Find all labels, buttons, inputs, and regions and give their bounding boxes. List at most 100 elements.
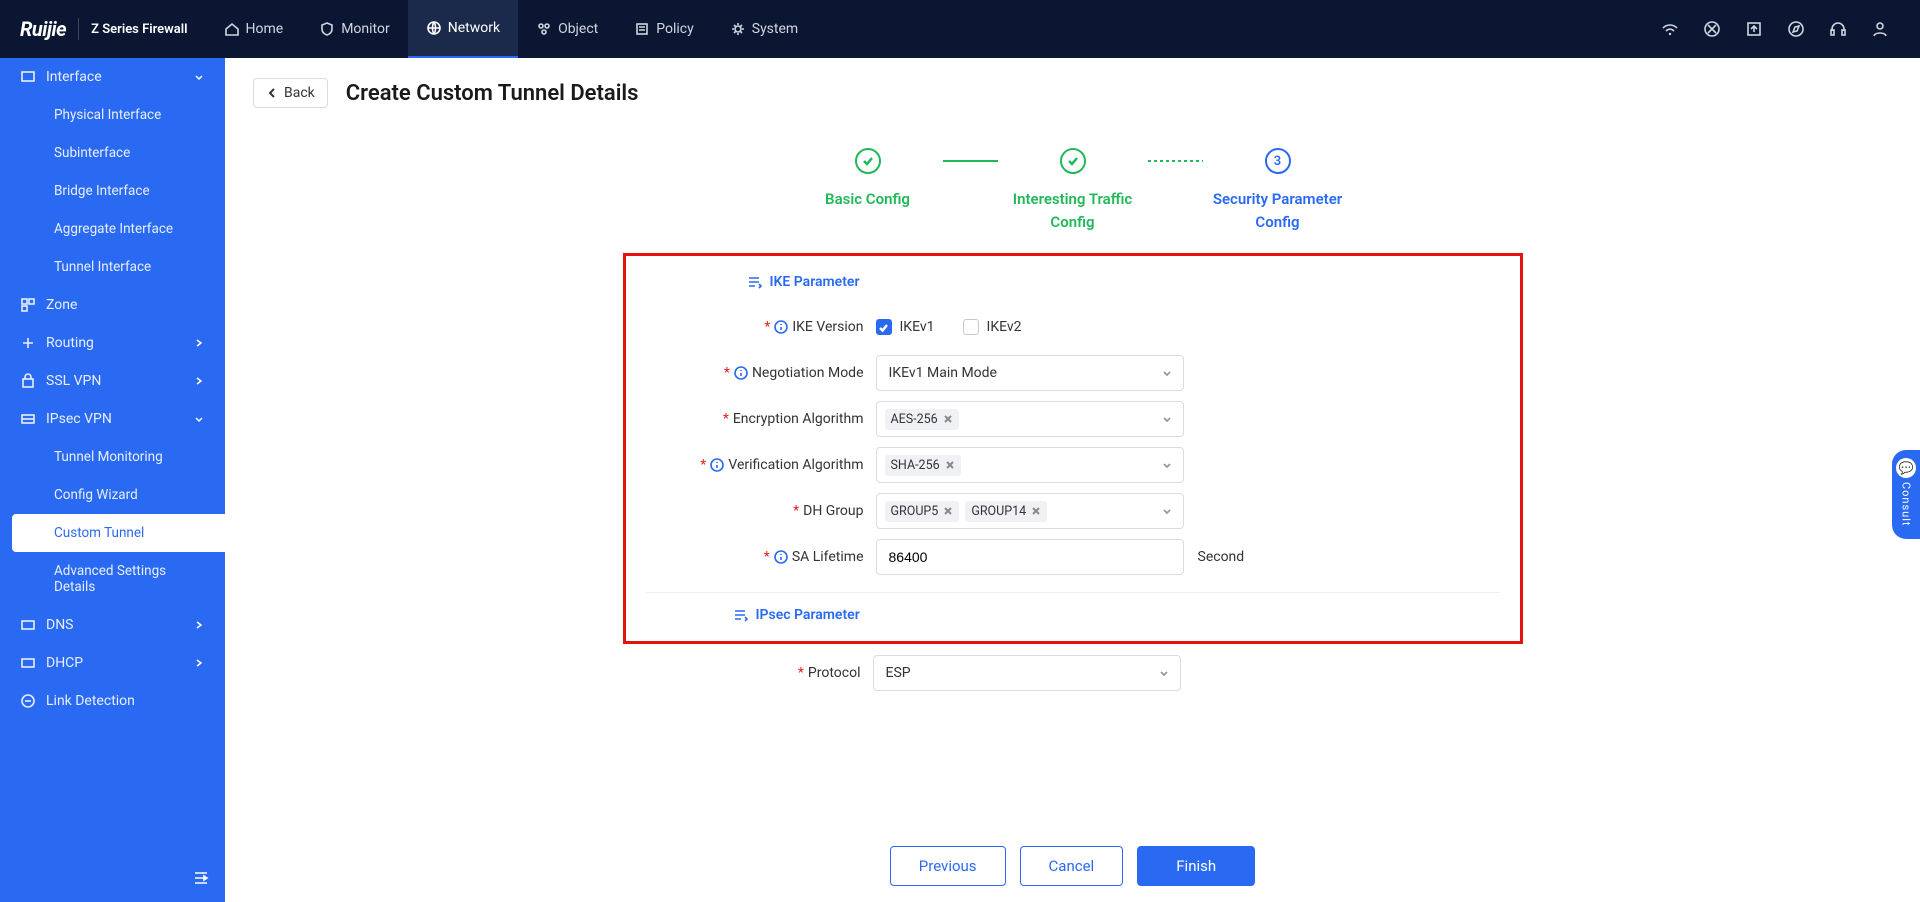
- object-icon: [536, 21, 552, 37]
- checkbox-ikev1-box: [876, 319, 892, 335]
- policy-icon: [634, 21, 650, 37]
- sidebar-advanced-label: Advanced Settings Details: [54, 563, 205, 595]
- form-icon: [746, 274, 762, 290]
- sidebar-aggregate-label: Aggregate Interface: [54, 221, 173, 237]
- select-enc-alg[interactable]: AES-256: [876, 401, 1184, 437]
- close-icon[interactable]: [945, 460, 955, 470]
- sidebar-advanced[interactable]: Advanced Settings Details: [0, 552, 225, 606]
- checkbox-ikev2-box: [963, 319, 979, 335]
- form-wrap: IKE Parameter *IKE Version IKEv1: [623, 253, 1523, 696]
- select-neg-mode[interactable]: IKEv1 Main Mode: [876, 355, 1184, 391]
- label-protocol: Protocol: [808, 665, 861, 681]
- step-security-circle: 3: [1265, 148, 1291, 174]
- sidebar: Interface Physical Interface Subinterfac…: [0, 58, 225, 902]
- checkbox-ikev2-label: IKEv2: [987, 319, 1022, 335]
- dns-icon: [20, 617, 36, 633]
- chevron-right-icon: [193, 337, 205, 349]
- sidebar-custom[interactable]: Custom Tunnel: [12, 514, 225, 552]
- sidebar-ipsecvpn[interactable]: IPsec VPN: [0, 400, 225, 438]
- topnav-object[interactable]: Object: [518, 0, 616, 58]
- cancel-button[interactable]: Cancel: [1020, 846, 1124, 886]
- close-icon[interactable]: [943, 506, 953, 516]
- select-protocol-value: ESP: [886, 665, 911, 681]
- headset-icon[interactable]: [1828, 19, 1848, 39]
- page-head: Back Create Custom Tunnel Details: [225, 58, 1920, 118]
- step-basic: Basic Config: [793, 148, 943, 211]
- chevron-right-icon: [193, 619, 205, 631]
- chevron-down-icon: [193, 71, 205, 83]
- back-button[interactable]: Back: [253, 78, 328, 108]
- step-traffic-label: Interesting Traffic Config: [998, 188, 1148, 233]
- info-icon: [774, 320, 788, 334]
- close-icon[interactable]: [1031, 506, 1041, 516]
- ipsec-section-label: IPsec Parameter: [756, 607, 860, 623]
- select-dh-group[interactable]: GROUP5 GROUP14: [876, 493, 1184, 529]
- select-ver-alg[interactable]: SHA-256: [876, 447, 1184, 483]
- sidebar-routing[interactable]: Routing: [0, 324, 225, 362]
- topnav-network[interactable]: Network: [408, 0, 518, 58]
- row-dh-group: *DH Group GROUP5 GROUP14: [626, 488, 1520, 534]
- consult-tab[interactable]: 💬 Consult: [1892, 450, 1920, 539]
- sidebar-collapse[interactable]: [191, 868, 211, 888]
- consult-bubble-icon: 💬: [1896, 458, 1916, 478]
- topnav-system[interactable]: System: [712, 0, 816, 58]
- label-sa-life: SA Lifetime: [792, 549, 864, 565]
- dhcp-icon: [20, 655, 36, 671]
- compass-icon[interactable]: [1786, 19, 1806, 39]
- topnav-home[interactable]: Home: [206, 0, 302, 58]
- highlight-box: IKE Parameter *IKE Version IKEv1: [623, 253, 1523, 644]
- gear-icon: [730, 21, 746, 37]
- label-enc-alg: Encryption Algorithm: [733, 411, 864, 427]
- previous-button[interactable]: Previous: [890, 846, 1006, 886]
- sidebar-dhcp-label: DHCP: [46, 655, 83, 671]
- step-traffic-circle: [1060, 148, 1086, 174]
- checkbox-ikev2[interactable]: IKEv2: [963, 319, 1022, 335]
- finish-button[interactable]: Finish: [1137, 846, 1255, 886]
- sidebar-tunnelmon-label: Tunnel Monitoring: [54, 449, 163, 465]
- checkbox-ikev1[interactable]: IKEv1: [876, 319, 935, 335]
- finish-button-label: Finish: [1176, 857, 1216, 875]
- sidebar-configwiz[interactable]: Config Wizard: [0, 476, 225, 514]
- info-icon: [710, 458, 724, 472]
- sidebar-interface[interactable]: Interface: [0, 58, 225, 96]
- user-icon[interactable]: [1870, 19, 1890, 39]
- previous-button-label: Previous: [919, 857, 977, 875]
- step-security-label: Security Parameter Config: [1203, 188, 1353, 233]
- sidebar-aggregate[interactable]: Aggregate Interface: [0, 210, 225, 248]
- wifi-icon[interactable]: [1660, 19, 1680, 39]
- sidebar-dhcp[interactable]: DHCP: [0, 644, 225, 682]
- sidebar-subinterface[interactable]: Subinterface: [0, 134, 225, 172]
- chevron-down-icon: [1161, 505, 1173, 517]
- topbar-actions: [1660, 19, 1920, 39]
- target-icon[interactable]: [1702, 19, 1722, 39]
- sidebar-tunnelmon[interactable]: Tunnel Monitoring: [0, 438, 225, 476]
- select-protocol[interactable]: ESP: [873, 655, 1181, 691]
- label-neg-mode: Negotiation Mode: [752, 365, 864, 381]
- sidebar-sslvpn-label: SSL VPN: [46, 373, 101, 389]
- chevron-down-icon: [1161, 459, 1173, 471]
- sidebar-bridge[interactable]: Bridge Interface: [0, 172, 225, 210]
- sidebar-configwiz-label: Config Wizard: [54, 487, 138, 503]
- sidebar-routing-label: Routing: [46, 335, 94, 351]
- sidebar-linkdet-label: Link Detection: [46, 693, 135, 709]
- sidebar-linkdet[interactable]: Link Detection: [0, 682, 225, 720]
- check-icon: [878, 322, 889, 333]
- ssl-icon: [20, 373, 36, 389]
- chevron-down-icon: [1161, 413, 1173, 425]
- sidebar-sslvpn[interactable]: SSL VPN: [0, 362, 225, 400]
- globe-icon: [426, 20, 442, 36]
- chevron-right-icon: [193, 375, 205, 387]
- sidebar-dns[interactable]: DNS: [0, 606, 225, 644]
- topnav-monitor[interactable]: Monitor: [301, 0, 408, 58]
- topnav-policy[interactable]: Policy: [616, 0, 712, 58]
- chevron-down-icon: [1158, 667, 1170, 679]
- step-basic-circle: [855, 148, 881, 174]
- upload-icon[interactable]: [1744, 19, 1764, 39]
- brand-block: Ruijie Z Series Firewall: [0, 17, 206, 41]
- close-icon[interactable]: [943, 414, 953, 424]
- sidebar-tunnel[interactable]: Tunnel Interface: [0, 248, 225, 286]
- input-sa-life[interactable]: [876, 539, 1184, 575]
- sidebar-custom-label: Custom Tunnel: [54, 525, 144, 541]
- sidebar-physical[interactable]: Physical Interface: [0, 96, 225, 134]
- sidebar-zone[interactable]: Zone: [0, 286, 225, 324]
